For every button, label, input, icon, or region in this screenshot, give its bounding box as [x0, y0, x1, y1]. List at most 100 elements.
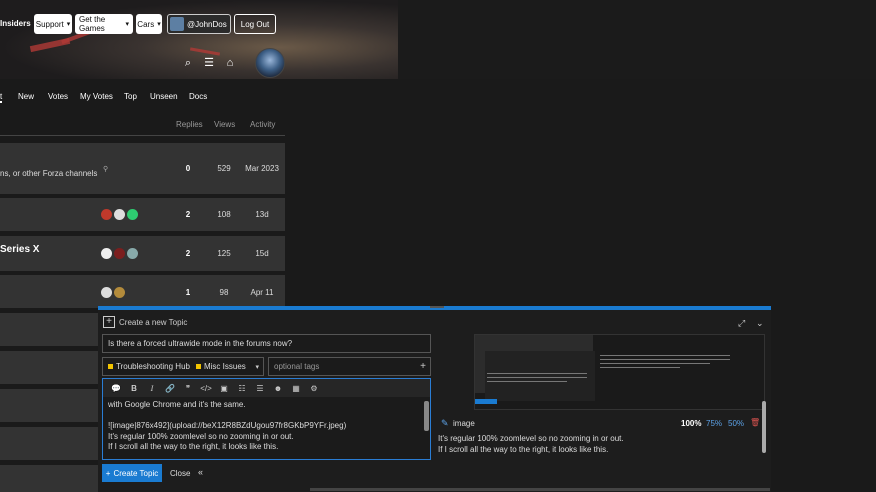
fullscreen-icon[interactable]: ⤢	[738, 318, 745, 329]
support-label: Support	[35, 19, 64, 29]
logout-label: Log Out	[240, 19, 270, 29]
zoom-100-button[interactable]: 100%	[681, 419, 701, 428]
create-topic-button[interactable]: + Create Topic	[102, 464, 162, 482]
table-row[interactable]: 2 108 13d	[0, 198, 285, 231]
tab-latest[interactable]: t	[0, 92, 3, 103]
replies-count: 0	[185, 164, 191, 173]
quote-icon[interactable]: 💬	[107, 384, 125, 393]
calendar-icon[interactable]: ▦	[287, 384, 305, 393]
cars-dropdown[interactable]: Cars ▾	[136, 14, 162, 34]
topic-title[interactable]: Series X	[0, 244, 39, 255]
minimize-icon[interactable]: ⌄	[756, 318, 764, 329]
create-topic-label: Create Topic	[113, 468, 159, 478]
support-dropdown[interactable]: Support ▾	[34, 14, 72, 34]
category-select[interactable]: Troubleshooting Hub Misc Issues ▾	[102, 357, 264, 376]
composer-title: Create a new Topic	[119, 318, 188, 327]
avatar[interactable]	[101, 287, 112, 298]
bullet-list-icon[interactable]: ☷	[233, 384, 251, 393]
logout-button[interactable]: Log Out	[234, 14, 276, 34]
column-activity[interactable]: Activity	[250, 120, 275, 129]
views-count: 529	[217, 164, 231, 173]
image-label: image	[453, 419, 475, 428]
gear-icon[interactable]: ⚙	[305, 384, 323, 393]
activity-time[interactable]: 13d	[242, 210, 282, 219]
zoom-50-button[interactable]: 50%	[728, 419, 744, 428]
italic-icon[interactable]: I	[143, 384, 161, 393]
preview-scrollbar[interactable]	[762, 401, 766, 453]
tab-top[interactable]: Top	[124, 92, 137, 101]
tab-docs[interactable]: Docs	[189, 92, 207, 101]
plus-icon: +	[105, 468, 111, 478]
activity-time[interactable]: Apr 11	[242, 288, 282, 297]
header-banner	[0, 0, 398, 79]
tab-unseen[interactable]: Unseen	[150, 92, 178, 101]
avatar[interactable]	[114, 209, 125, 220]
get-the-games-dropdown[interactable]: Get the Games ▾	[75, 14, 133, 34]
chevron-down-icon: ▾	[125, 21, 129, 28]
chevron-down-icon: ▾	[157, 21, 161, 28]
zoom-75-button[interactable]: 75%	[706, 419, 722, 428]
category-1-label: Troubleshooting Hub	[116, 362, 190, 371]
avatar[interactable]	[127, 248, 138, 259]
editor[interactable]: 💬 B I 🔗 ❞ </> ▣ ☷ ☰ ☻ ▦ ⚙ with Google Ch…	[102, 378, 431, 460]
avatar[interactable]	[114, 248, 125, 259]
avatar[interactable]	[255, 48, 285, 78]
editor-line: with Google Chrome and it's the same.	[108, 400, 246, 409]
activity-time[interactable]: 15d	[242, 249, 282, 258]
preview-text: It's regular 100% zoomlevel so no zoomin…	[438, 433, 624, 455]
header-right-area	[398, 0, 876, 79]
tab-my-votes[interactable]: My Votes	[80, 92, 113, 101]
insiders-link[interactable]: Insiders	[0, 19, 31, 28]
avatar[interactable]	[114, 287, 125, 298]
tab-votes[interactable]: Votes	[48, 92, 68, 101]
tab-new[interactable]: New	[18, 92, 34, 101]
tags-input[interactable]: optional tags +	[268, 357, 431, 376]
get-the-games-label: Get the Games	[79, 15, 106, 33]
lightbulb-icon: ⚲	[103, 166, 109, 173]
search-icon[interactable]: ⌕	[182, 57, 194, 69]
column-replies[interactable]: Replies	[176, 120, 203, 129]
numbered-list-icon[interactable]: ☰	[251, 384, 269, 393]
username-label: @JohnDos	[187, 19, 227, 29]
composer-resize-grip[interactable]	[430, 306, 444, 308]
chevron-down-icon: ▾	[255, 363, 259, 371]
avatar[interactable]	[101, 209, 112, 220]
edit-icon[interactable]: ✎	[441, 418, 449, 429]
link-icon[interactable]: 🔗	[161, 384, 179, 393]
bold-icon[interactable]: B	[125, 384, 143, 393]
activity-time[interactable]: Mar 2023	[242, 164, 282, 173]
horizontal-scrollbar[interactable]	[310, 488, 770, 491]
table-row[interactable]: Series X 2 125 15d	[0, 236, 285, 271]
emoji-icon[interactable]: ☻	[269, 384, 287, 393]
replies-count: 1	[185, 288, 191, 297]
user-profile-button[interactable]: @JohnDos	[167, 14, 231, 34]
topic-title-value: Is there a forced ultrawide mode in the …	[108, 339, 293, 348]
avatar[interactable]	[101, 248, 112, 259]
collapse-preview-button[interactable]: «	[198, 467, 203, 477]
column-views[interactable]: Views	[214, 120, 235, 129]
user-avatar-small	[170, 17, 184, 31]
editor-scrollbar[interactable]	[424, 401, 429, 431]
home-icon[interactable]: ⌂	[224, 57, 236, 69]
category-color-swatch	[195, 364, 201, 369]
blockquote-icon[interactable]: ❞	[179, 384, 197, 393]
menu-icon[interactable]: ☰	[203, 57, 215, 69]
replies-count: 2	[185, 210, 191, 219]
topic-title-input[interactable]: Is there a forced ultrawide mode in the …	[102, 334, 431, 353]
close-button[interactable]: Close	[170, 469, 190, 478]
divider	[0, 135, 285, 136]
table-row[interactable]: 1 98 Apr 11	[0, 275, 285, 308]
editor-line: It's regular 100% zoomlevel so no zoomin…	[108, 431, 294, 441]
views-count: 125	[217, 249, 231, 258]
avatar[interactable]	[127, 209, 138, 220]
table-row[interactable]: ns, or other Forza channels ⚲ 0 529 Mar …	[0, 143, 285, 194]
views-count: 108	[217, 210, 231, 219]
editor-content[interactable]: with Google Chrome and it's the same. ![…	[108, 400, 346, 453]
code-icon[interactable]: </>	[197, 384, 215, 393]
image-icon[interactable]: ▣	[215, 384, 233, 393]
category-color-swatch	[108, 364, 113, 369]
preview-line: If I scroll all the way to the right, it…	[438, 445, 609, 454]
topic-title[interactable]: ns, or other Forza channels	[0, 169, 97, 178]
cars-label: Cars	[137, 19, 155, 29]
trash-icon[interactable]: 🗑	[750, 418, 760, 427]
